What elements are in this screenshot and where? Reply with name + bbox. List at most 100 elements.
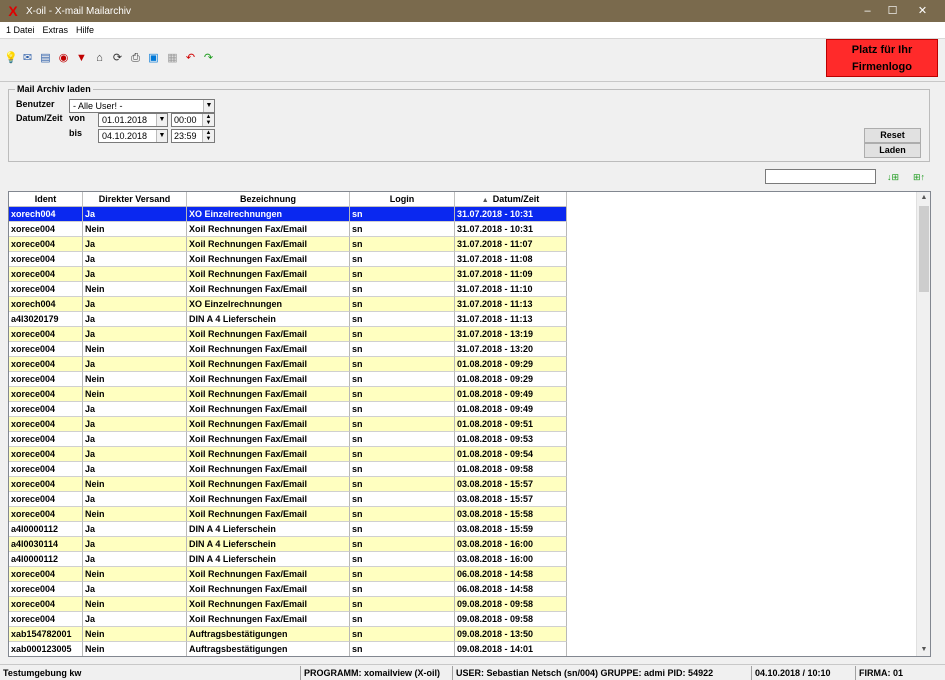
undo-icon[interactable]: ↶ — [184, 52, 197, 65]
table-row[interactable]: a4l0000112 Ja DIN A 4 Lieferschein sn 03.08.… — [9, 522, 567, 537]
cell-bezeichnung: Xoil Rechnungen Fax/Email — [187, 402, 350, 417]
cell-direkter-versand: Ja — [83, 552, 187, 567]
table-row[interactable]: xorece004 Ja Xoil Rechnungen Fax/Email sn 01… — [9, 357, 567, 372]
menu-datei[interactable]: 1 Datei — [6, 25, 35, 35]
col-datum-zeit[interactable]: ▲ Datum/Zeit — [455, 192, 567, 207]
cell-login: sn — [350, 627, 455, 642]
cell-direkter-versand: Ja — [83, 402, 187, 417]
cell-datum-zeit: 06.08.2018 - 14:58 — [455, 582, 567, 597]
benutzer-label: Benutzer — [16, 99, 55, 109]
scroll-up-icon[interactable]: ▲ — [917, 192, 930, 204]
table-row[interactable]: xorece004 Ja Xoil Rechnungen Fax/Email sn 31… — [9, 267, 567, 282]
von-label: von — [69, 113, 86, 123]
print-icon[interactable]: ⎙ — [129, 52, 142, 65]
cell-datum-zeit: 09.08.2018 - 09:58 — [455, 597, 567, 612]
database-icon[interactable]: ◉ — [57, 52, 70, 65]
table-row[interactable]: xorece004 Ja Xoil Rechnungen Fax/Email sn 01… — [9, 447, 567, 462]
table-row[interactable]: xorece004 Ja Xoil Rechnungen Fax/Email sn 31… — [9, 327, 567, 342]
filter-icon[interactable]: ▼ — [75, 52, 88, 65]
table-row[interactable]: xorece004 Nein Xoil Rechnungen Fax/Email sn… — [9, 342, 567, 357]
spin-updown-icon[interactable]: ▲ ▼ — [202, 130, 214, 142]
cell-datum-zeit: 31.07.2018 - 11:08 — [455, 252, 567, 267]
cell-bezeichnung: Xoil Rechnungen Fax/Email — [187, 222, 350, 237]
table-row[interactable]: xorece004 Nein Xoil Rechnungen Fax/Email sn… — [9, 222, 567, 237]
cell-login: sn — [350, 252, 455, 267]
cell-datum-zeit: 01.08.2018 - 09:49 — [455, 402, 567, 417]
table-row[interactable]: xorece004 Ja Xoil Rechnungen Fax/Email sn 31… — [9, 252, 567, 267]
cell-bezeichnung: Xoil Rechnungen Fax/Email — [187, 567, 350, 582]
col-login[interactable]: Login — [350, 192, 455, 207]
col-ident[interactable]: Ident — [9, 192, 83, 207]
table-row[interactable]: xorece004 Nein Xoil Rechnungen Fax/Email sn… — [9, 387, 567, 402]
search-down-icon[interactable]: ↓⊞ — [882, 169, 904, 185]
table-row[interactable]: xorece004 Ja Xoil Rechnungen Fax/Email sn 06… — [9, 582, 567, 597]
table-row[interactable]: xab154782001 Nein Auftragsbestätigungen sn 0… — [9, 627, 567, 642]
von-date-picker[interactable]: 01.01.2018 ▼ — [98, 113, 168, 127]
table-row[interactable]: xorece004 Ja Xoil Rechnungen Fax/Email sn 03… — [9, 492, 567, 507]
chevron-down-icon[interactable]: ▼ — [156, 130, 167, 142]
reset-button[interactable]: Reset — [864, 128, 921, 143]
cell-direkter-versand: Nein — [83, 222, 187, 237]
chevron-down-icon[interactable]: ▼ — [203, 100, 214, 112]
chevron-down-icon[interactable]: ▼ — [156, 114, 167, 126]
table-row[interactable]: xorech004 Ja XO Einzelrechnungen sn 31.07.20… — [9, 207, 567, 222]
search-input[interactable] — [765, 169, 876, 184]
cell-login: sn — [350, 402, 455, 417]
benutzer-select[interactable]: - Alle User! - ▼ — [69, 99, 215, 113]
bis-date-picker[interactable]: 04.10.2018 ▼ — [98, 129, 168, 143]
refresh-icon[interactable]: ⟳ — [111, 52, 124, 65]
bis-time-spinner[interactable]: 23:59 ▲ ▼ — [171, 129, 215, 143]
cell-datum-zeit: 03.08.2018 - 15:57 — [455, 477, 567, 492]
vertical-scrollbar[interactable]: ▲ ▼ — [916, 192, 930, 656]
scroll-down-icon[interactable]: ▼ — [917, 644, 930, 656]
window-icon[interactable]: ▣ — [147, 52, 160, 65]
home-icon[interactable]: ⌂ — [93, 52, 106, 65]
cell-datum-zeit: 09.08.2018 - 13:50 — [455, 627, 567, 642]
cell-direkter-versand: Ja — [83, 327, 187, 342]
menu-extras[interactable]: Extras — [43, 25, 69, 35]
cell-ident: xorece004 — [9, 582, 83, 597]
logo-line2: Firmenlogo — [852, 61, 912, 73]
status-user: USER: Sebastian Netsch (sn/004) GRUPPE: … — [452, 666, 713, 680]
col-direkter-versand[interactable]: Direkter Versand — [83, 192, 187, 207]
lightbulb-icon[interactable]: 💡 — [4, 52, 18, 65]
mail-icon[interactable]: ✉ — [21, 52, 34, 65]
table-row[interactable]: xorece004 Ja Xoil Rechnungen Fax/Email sn 01… — [9, 432, 567, 447]
table-row[interactable]: xorece004 Ja Xoil Rechnungen Fax/Email sn 01… — [9, 402, 567, 417]
book-icon[interactable]: ▤ — [39, 52, 52, 65]
table-row[interactable]: xorece004 Nein Xoil Rechnungen Fax/Email sn… — [9, 507, 567, 522]
save-icon[interactable]: ▦ — [166, 52, 179, 65]
table-row[interactable]: xorece004 Ja Xoil Rechnungen Fax/Email sn 31… — [9, 237, 567, 252]
table-row[interactable]: a4l0000112 Ja DIN A 4 Lieferschein sn 03.08.… — [9, 552, 567, 567]
table-row[interactable]: a4l0030114 Ja DIN A 4 Lieferschein sn 03.08.… — [9, 537, 567, 552]
archive-filter-group: Mail Archiv laden Benutzer - Alle User! … — [8, 84, 930, 162]
spin-updown-icon[interactable]: ▲ ▼ — [202, 114, 214, 126]
table-row[interactable]: xorece004 Nein Xoil Rechnungen Fax/Email sn… — [9, 477, 567, 492]
table-row[interactable]: xorece004 Nein Xoil Rechnungen Fax/Email sn… — [9, 372, 567, 387]
table-row[interactable]: xorece004 Nein Xoil Rechnungen Fax/Email sn… — [9, 597, 567, 612]
table-row[interactable]: xorece004 Ja Xoil Rechnungen Fax/Email sn 01… — [9, 417, 567, 432]
menu-hilfe[interactable]: Hilfe — [76, 25, 94, 35]
table-row[interactable]: xorece004 Nein Xoil Rechnungen Fax/Email sn… — [9, 567, 567, 582]
von-time-spinner[interactable]: 00:00 ▲ ▼ — [171, 113, 215, 127]
search-up-icon[interactable]: ⊞↑ — [908, 169, 930, 185]
cell-bezeichnung: Xoil Rechnungen Fax/Email — [187, 372, 350, 387]
redo-icon[interactable]: ↷ — [202, 52, 215, 65]
cell-login: sn — [350, 567, 455, 582]
table-row[interactable]: a4l3020179 Ja DIN A 4 Lieferschein sn 31.07.… — [9, 312, 567, 327]
bis-date-value: 04.10.2018 — [102, 131, 148, 141]
table-row[interactable]: xorech004 Ja XO Einzelrechnungen sn 31.07.20… — [9, 297, 567, 312]
table-row[interactable]: xab000123005 Nein Auftragsbestätigungen sn 0… — [9, 642, 567, 656]
table-row[interactable]: xorece004 Nein Xoil Rechnungen Fax/Email sn… — [9, 282, 567, 297]
table-row[interactable]: xorece004 Ja Xoil Rechnungen Fax/Email sn 09… — [9, 612, 567, 627]
table-row[interactable]: xorece004 Ja Xoil Rechnungen Fax/Email sn 01… — [9, 462, 567, 477]
cell-ident: xorece004 — [9, 447, 83, 462]
cell-bezeichnung: Xoil Rechnungen Fax/Email — [187, 387, 350, 402]
scroll-thumb[interactable] — [919, 206, 929, 292]
cell-datum-zeit: 03.08.2018 - 16:00 — [455, 537, 567, 552]
col-bezeichnung[interactable]: Bezeichnung — [187, 192, 350, 207]
cell-login: sn — [350, 492, 455, 507]
close-button[interactable]: ✕ — [900, 0, 945, 22]
cell-ident: a4l0000112 — [9, 552, 83, 567]
laden-button[interactable]: Laden — [864, 143, 921, 158]
